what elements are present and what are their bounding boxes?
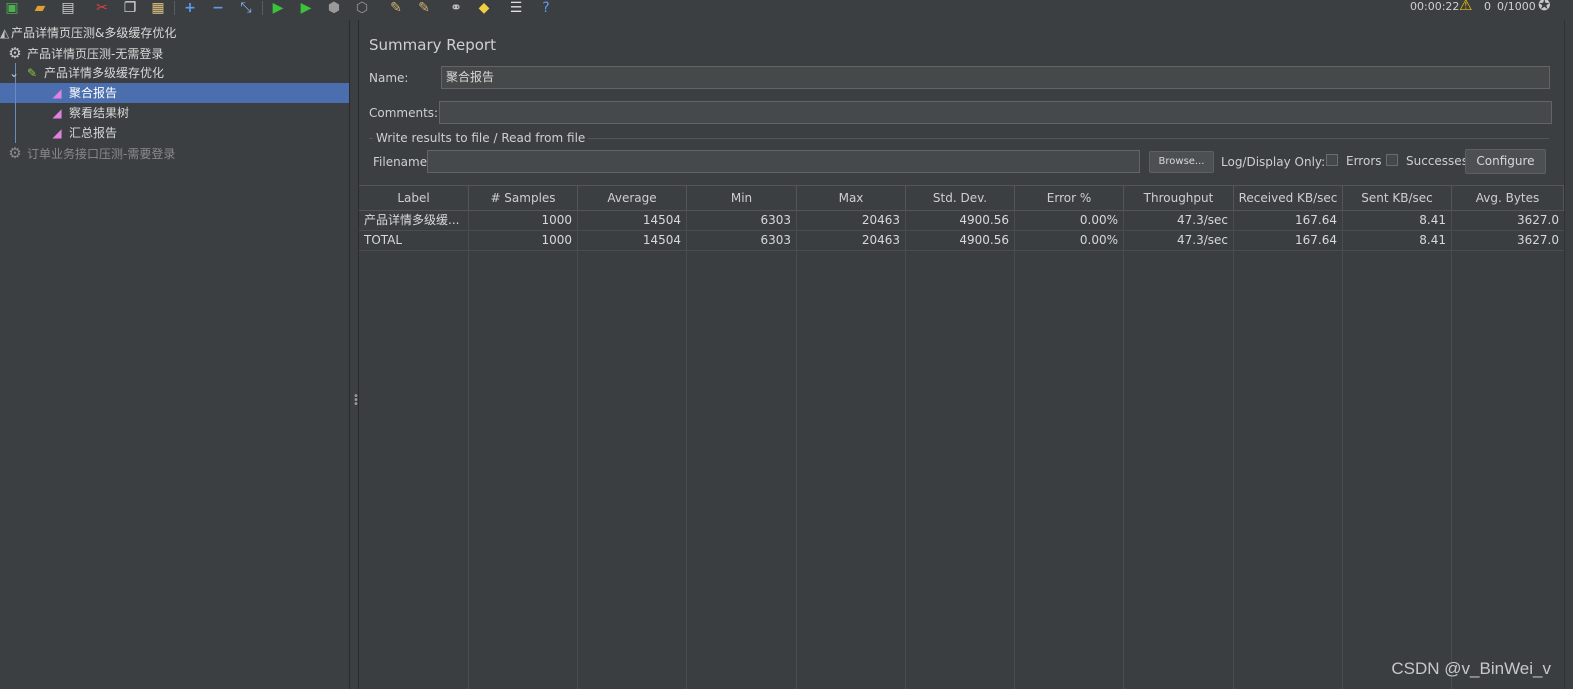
errors-checkbox[interactable] (1326, 154, 1338, 166)
start-no-pauses-icon[interactable]: ▶ (296, 0, 316, 16)
test-plan-icon: ◭ (0, 26, 10, 40)
help-icon[interactable]: ? (536, 0, 556, 16)
expand-icon[interactable]: + (180, 0, 200, 16)
reset-search-icon[interactable]: ◆ (474, 0, 494, 16)
gear-icon: ⚙ (8, 144, 22, 162)
open-icon[interactable]: ▰ (30, 0, 50, 16)
report-icon: ◢ (52, 86, 62, 100)
column-header[interactable]: Label (359, 186, 469, 210)
new-icon[interactable]: ▣ (2, 0, 22, 16)
table-header: Label # Samples Average Min Max Std. Dev… (359, 185, 1573, 211)
toggle-icon[interactable]: ⤡ (236, 0, 256, 16)
table-cell: TOTAL (364, 233, 403, 247)
toolbar: ▣ ▰ ▤ ✂ ❐ ▦ + − ⤡ ▶ ▶ ⬢ ⬡ ✎ ✎ ⚭ ◆ ☰ ? 00… (0, 0, 1573, 20)
column-header[interactable]: Avg. Bytes (1452, 186, 1564, 210)
split-pane-divider[interactable]: • • • (349, 20, 359, 689)
table-cell: 1000 (541, 233, 572, 247)
table-cell: 167.64 (1295, 233, 1337, 247)
column-header[interactable]: Error % (1015, 186, 1124, 210)
filename-field[interactable] (427, 150, 1140, 173)
cut-icon[interactable]: ✂ (92, 0, 112, 16)
tree-item-sampler[interactable]: ⌄ ✎ 产品详情多级缓存优化 (8, 63, 164, 83)
comments-label: Comments: (369, 106, 439, 120)
clear-icon[interactable]: ✎ (386, 0, 406, 16)
filename-label: Filename (373, 155, 428, 169)
start-icon[interactable]: ▶ (268, 0, 288, 16)
table-cell: 167.64 (1295, 213, 1337, 227)
search-icon[interactable]: ⚭ (446, 0, 466, 16)
successes-label: Successes (1406, 154, 1468, 168)
table-cell: 6303 (760, 213, 791, 227)
tree-item-aggregate-report[interactable]: ◢ 聚合报告 (48, 83, 117, 103)
stop-icon[interactable]: ⬢ (324, 0, 344, 16)
collapse-icon[interactable]: − (208, 0, 228, 16)
pipette-icon: ✎ (26, 66, 38, 80)
column-header[interactable]: Received KB/sec (1234, 186, 1343, 210)
column-header[interactable]: Average (578, 186, 687, 210)
table-cell: 4900.56 (959, 233, 1009, 247)
save-icon[interactable]: ▤ (58, 0, 78, 16)
table-row[interactable]: TOTAL 1000 14504 6303 20463 4900.56 0.00… (359, 231, 1573, 251)
table-cell: 0.00% (1079, 213, 1118, 227)
table-cell: 8.41 (1419, 213, 1446, 227)
copy-icon[interactable]: ❐ (120, 0, 140, 16)
tree-item-thread-group-1[interactable]: ⚙ 产品详情页压测-无需登录 (6, 43, 163, 63)
table-cell: 47.3/sec (1177, 233, 1228, 247)
column-header[interactable]: Std. Dev. (906, 186, 1015, 210)
tree-item-summary-report[interactable]: ◢ 汇总报告 (48, 123, 117, 143)
shutdown-icon[interactable]: ⬡ (352, 0, 372, 16)
column-header[interactable]: Max (797, 186, 906, 210)
table-cell: 4900.56 (959, 213, 1009, 227)
table-cell: 1000 (541, 213, 572, 227)
table-cell: 20463 (861, 233, 900, 247)
warning-icon[interactable]: ⚠ (1459, 0, 1472, 14)
column-header[interactable]: # Samples (469, 186, 578, 210)
log-display-label: Log/Display Only: (1221, 155, 1326, 169)
errors-label: Errors (1346, 154, 1382, 168)
table-cell: 20463 (861, 213, 900, 227)
clear-all-icon[interactable]: ✎ (414, 0, 434, 16)
remote-status-icon[interactable]: ✪ (1538, 0, 1551, 14)
comments-field[interactable] (439, 101, 1552, 124)
chevron-down-icon[interactable]: ⌄ (8, 63, 20, 83)
successes-checkbox[interactable] (1386, 154, 1398, 166)
column-header[interactable]: Sent KB/sec (1343, 186, 1452, 210)
column-header[interactable]: Min (687, 186, 797, 210)
table-cell: 3627.0 (1517, 213, 1559, 227)
column-header[interactable]: Throughput (1124, 186, 1234, 210)
table-cell: 3627.0 (1517, 233, 1559, 247)
elapsed-timer: 00:00:22 (1410, 0, 1460, 13)
table-cell: 0.00% (1079, 233, 1118, 247)
table-cell: 14504 (642, 233, 681, 247)
table-cell: 产品详情多级缓... (364, 213, 460, 227)
gear-icon: ⚙ (8, 44, 22, 62)
thread-count: 0/1000 (1497, 0, 1536, 13)
table-row[interactable]: 产品详情多级缓... 1000 14504 6303 20463 4900.56… (359, 211, 1573, 231)
name-field[interactable]: 聚合报告 (441, 66, 1550, 89)
results-table: Label # Samples Average Min Max Std. Dev… (359, 185, 1573, 689)
tree-item-thread-group-2[interactable]: ⚙ 订单业务接口压测-需要登录 (6, 143, 175, 163)
table-cell: 47.3/sec (1177, 213, 1228, 227)
watermark: CSDN @v_BinWei_v (1391, 659, 1551, 678)
test-plan-tree: ◭ 产品详情页压测&多级缓存优化 ⚙ 产品详情页压测-无需登录 ⌄ ✎ 产品详情多级缓存… (0, 20, 349, 689)
table-cell: 8.41 (1419, 233, 1446, 247)
table-cell: 14504 (642, 213, 681, 227)
summary-report-panel: Summary Report Name: 聚合报告 Comments: Writ… (359, 20, 1573, 689)
write-results-group-title: Write results to file / Read from file (373, 131, 589, 145)
tree-item-view-results-tree[interactable]: ◢ 察看结果树 (48, 103, 129, 123)
function-helper-icon[interactable]: ☰ (506, 0, 526, 16)
panel-title: Summary Report (369, 36, 496, 54)
configure-button[interactable]: Configure (1465, 149, 1546, 174)
table-cell: 6303 (760, 233, 791, 247)
tree-item-test-plan[interactable]: ◭ 产品详情页压测&多级缓存优化 (0, 23, 176, 43)
report-icon: ◢ (52, 106, 62, 120)
browse-button[interactable]: Browse... (1149, 151, 1214, 173)
report-icon: ◢ (52, 126, 62, 140)
name-label: Name: (369, 71, 409, 85)
warning-count: 0 (1484, 0, 1491, 13)
right-scrollbar[interactable] (1564, 20, 1573, 689)
paste-icon[interactable]: ▦ (148, 0, 168, 16)
